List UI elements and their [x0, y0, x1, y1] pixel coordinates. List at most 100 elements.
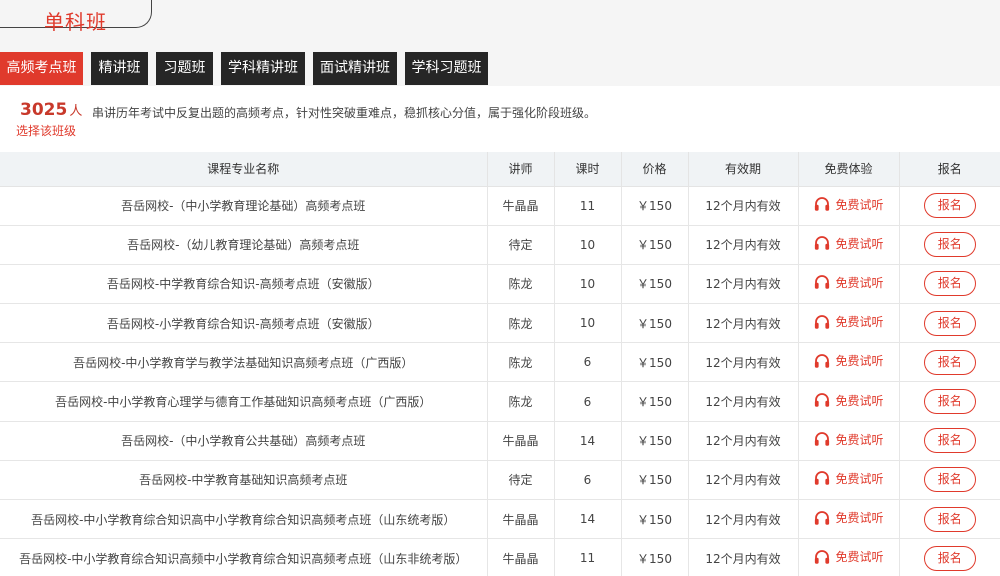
- headphones-icon: [813, 234, 831, 252]
- hours: 11: [554, 186, 622, 226]
- signup-button[interactable]: 报名: [923, 349, 976, 375]
- course-name[interactable]: 吾岳网校-中小学教育学与教学法基础知识高频考点班（广西版）: [0, 342, 488, 383]
- free-trial-button[interactable]: 免费试听: [813, 548, 884, 566]
- course-name[interactable]: 吾岳网校-中小学教育综合知识高中小学教育综合知识高频考点班（山东统考版）: [0, 499, 488, 540]
- validity: 12个月内有效: [688, 381, 799, 422]
- hours: 14: [554, 421, 622, 461]
- col-teacher: 讲师: [487, 152, 555, 187]
- signup-button[interactable]: 报名: [923, 467, 976, 493]
- course-name[interactable]: 吾岳网校-中学教育基础知识高频考点班: [0, 460, 488, 501]
- free-trial-cell: 免费试听: [798, 264, 900, 305]
- hours: 10: [554, 264, 622, 305]
- price: ￥150: [621, 538, 689, 576]
- tab-intensive[interactable]: 精讲班: [91, 52, 148, 85]
- free-trial-label: 免费试听: [835, 511, 884, 526]
- free-trial-button[interactable]: 免费试听: [813, 273, 884, 291]
- table-row: 吾岳网校-（中小学教育公共基础）高频考点班 牛晶晶 14 ￥150 12个月内有效 免费试…: [0, 421, 1000, 461]
- signup-button[interactable]: 报名: [923, 271, 976, 297]
- validity: 12个月内有效: [688, 264, 799, 305]
- teacher: 牛晶晶: [487, 538, 555, 576]
- free-trial-label: 免费试听: [835, 393, 884, 408]
- teacher: 牛晶晶: [487, 499, 555, 540]
- free-trial-cell: 免费试听: [798, 303, 900, 344]
- col-signup: 报名: [899, 152, 1000, 187]
- enrollment-count: 3025 人: [20, 100, 82, 120]
- free-trial-label: 免费试听: [835, 236, 884, 251]
- class-info: 3025 人 选择该班级 串讲历年考试中反复出题的高频考点，针对性突破重难点，稳抓…: [0, 86, 1000, 152]
- signup-cell: 报名: [899, 499, 1000, 540]
- course-name[interactable]: 吾岳网校-中小学教育心理学与德育工作基础知识高频考点班（广西版）: [0, 381, 488, 422]
- enrollment-unit: 人: [69, 104, 83, 119]
- hours: 6: [554, 342, 622, 383]
- signup-cell: 报名: [899, 186, 1000, 226]
- tab-subject-exercise[interactable]: 学科习题班: [405, 52, 488, 85]
- signup-button[interactable]: 报名: [923, 389, 976, 415]
- col-validity: 有效期: [688, 152, 799, 187]
- free-trial-label: 免费试听: [835, 197, 884, 212]
- table-row: 吾岳网校-中学教育基础知识高频考点班 待定 6 ￥150 12个月内有效 免费试听 报名: [0, 460, 1000, 501]
- signup-button[interactable]: 报名: [923, 545, 976, 571]
- free-trial-button[interactable]: 免费试听: [813, 313, 884, 331]
- course-name[interactable]: 吾岳网校-（幼儿教育理论基础）高频考点班: [0, 225, 488, 265]
- signup-cell: 报名: [899, 264, 1000, 305]
- validity: 12个月内有效: [688, 303, 799, 344]
- enrollment-number: 3025: [20, 100, 68, 120]
- signup-button[interactable]: 报名: [923, 428, 976, 454]
- teacher: 待定: [487, 460, 555, 501]
- signup-cell: 报名: [899, 225, 1000, 265]
- signup-button[interactable]: 报名: [923, 310, 976, 336]
- free-trial-cell: 免费试听: [798, 499, 900, 540]
- signup-cell: 报名: [899, 303, 1000, 344]
- free-trial-button[interactable]: 免费试听: [813, 430, 884, 448]
- free-trial-cell: 免费试听: [798, 421, 900, 461]
- price: ￥150: [621, 421, 689, 461]
- free-trial-label: 免费试听: [835, 354, 884, 369]
- class-tabs: 高频考点班 精讲班 习题班 学科精讲班 面试精讲班 学科习题班: [0, 48, 1000, 86]
- table-row: 吾岳网校-中小学教育心理学与德育工作基础知识高频考点班（广西版） 陈龙 6 ￥150 1…: [0, 381, 1000, 422]
- free-trial-button[interactable]: 免费试听: [813, 391, 884, 409]
- hours: 14: [554, 499, 622, 540]
- validity: 12个月内有效: [688, 342, 799, 383]
- headphones-icon: [813, 469, 831, 487]
- table-row: 吾岳网校-（幼儿教育理论基础）高频考点班 待定 10 ￥150 12个月内有效 免费试听 报…: [0, 225, 1000, 265]
- headphones-icon: [813, 195, 831, 213]
- teacher: 牛晶晶: [487, 421, 555, 461]
- tab-high-frequency[interactable]: 高频考点班: [0, 52, 83, 85]
- validity: 12个月内有效: [688, 538, 799, 576]
- price: ￥150: [621, 460, 689, 501]
- tab-exercise[interactable]: 习题班: [156, 52, 213, 85]
- class-description: 串讲历年考试中反复出题的高频考点，针对性突破重难点，稳抓核心分值，属于强化阶段班…: [92, 106, 597, 120]
- headphones-icon: [813, 273, 831, 291]
- course-name[interactable]: 吾岳网校-中学教育综合知识-高频考点班（安徽版）: [0, 264, 488, 305]
- free-trial-button[interactable]: 免费试听: [813, 469, 884, 487]
- course-name[interactable]: 吾岳网校-（中小学教育公共基础）高频考点班: [0, 421, 488, 461]
- signup-button[interactable]: 报名: [923, 506, 976, 532]
- choose-class-link[interactable]: 选择该班级: [16, 122, 76, 139]
- validity: 12个月内有效: [688, 186, 799, 226]
- course-name[interactable]: 吾岳网校-（中小学教育理论基础）高频考点班: [0, 186, 488, 226]
- signup-button[interactable]: 报名: [923, 232, 976, 258]
- hours: 10: [554, 303, 622, 344]
- headphones-icon: [813, 313, 831, 331]
- free-trial-button[interactable]: 免费试听: [813, 195, 884, 213]
- validity: 12个月内有效: [688, 499, 799, 540]
- signup-cell: 报名: [899, 381, 1000, 422]
- signup-button[interactable]: 报名: [923, 193, 976, 219]
- tab-subject-intensive[interactable]: 学科精讲班: [221, 52, 305, 85]
- hours: 6: [554, 460, 622, 501]
- teacher: 陈龙: [487, 342, 555, 383]
- free-trial-button[interactable]: 免费试听: [813, 509, 884, 527]
- col-price: 价格: [621, 152, 689, 187]
- table-row: 吾岳网校-中小学教育学与教学法基础知识高频考点班（广西版） 陈龙 6 ￥150 12个月…: [0, 342, 1000, 383]
- course-name[interactable]: 吾岳网校-中小学教育综合知识高频中小学教育综合知识高频考点班（山东非统考版）: [0, 538, 488, 576]
- free-trial-button[interactable]: 免费试听: [813, 352, 884, 370]
- free-trial-button[interactable]: 免费试听: [813, 234, 884, 252]
- free-trial-cell: 免费试听: [798, 460, 900, 501]
- hours: 6: [554, 381, 622, 422]
- table-row: 吾岳网校-中小学教育综合知识高中小学教育综合知识高频考点班（山东统考版） 牛晶晶 1…: [0, 499, 1000, 540]
- price: ￥150: [621, 303, 689, 344]
- teacher: 牛晶晶: [487, 186, 555, 226]
- course-name[interactable]: 吾岳网校-小学教育综合知识-高频考点班（安徽版）: [0, 303, 488, 344]
- table-row: 吾岳网校-（中小学教育理论基础）高频考点班 牛晶晶 11 ￥150 12个月内有效 免费试…: [0, 186, 1000, 226]
- tab-interview-intensive[interactable]: 面试精讲班: [313, 52, 397, 85]
